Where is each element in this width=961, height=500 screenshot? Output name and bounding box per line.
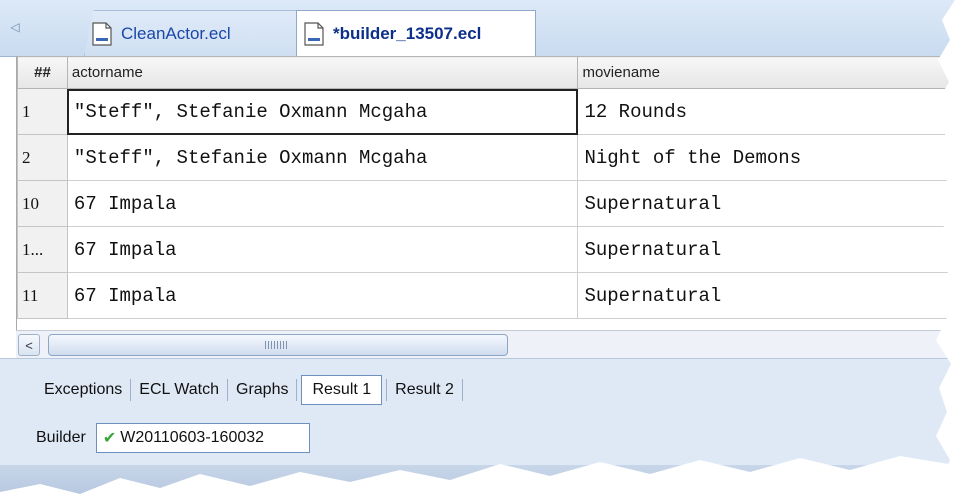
cell-moviename[interactable]: Supernatural [577,226,961,273]
cell-actorname[interactable]: "Steff", Stefanie Oxmann Mcgaha [66,134,579,181]
row-number: 10 [17,180,68,227]
cell-moviename[interactable]: Supernatural [577,180,961,227]
workunit-tab[interactable]: ✔ W20110603-160032 [95,423,310,453]
table-row[interactable]: 11 67 Impala Supernatural [17,272,961,319]
tab-divider [296,379,298,401]
cell-moviename[interactable]: Night of the Demons [577,134,961,181]
table-row[interactable]: 10 67 Impala Supernatural [17,180,961,227]
ecl-file-icon [303,21,325,46]
table-row[interactable]: 1 "Steff", Stefanie Oxmann Mcgaha 12 Rou… [17,88,961,135]
ecl-ide-screenshot: ◁ CleanActor.ecl *builder_13507.ecl ## a… [0,0,961,500]
column-header-actorname[interactable]: actorname [66,56,579,89]
row-number: 11 [17,272,68,319]
scrollbar-thumb[interactable] [48,334,508,356]
scroll-left-arrow-icon[interactable]: < [18,334,40,356]
tab-graphs[interactable]: Graphs [228,375,296,405]
tab-scroll-left-icon[interactable]: ◁ [8,18,22,36]
cell-moviename[interactable]: 12 Rounds [577,88,961,135]
column-header-moviename[interactable]: moviename [577,56,961,89]
ecl-file-icon [91,21,113,46]
cell-moviename[interactable]: Supernatural [577,272,961,319]
tab-label: CleanActor.ecl [121,23,231,43]
checkmark-icon: ✔ [102,430,117,447]
table-row[interactable]: 1... 67 Impala Supernatural [17,226,961,273]
editor-tab-strip: ◁ CleanActor.ecl *builder_13507.ecl [0,0,961,57]
tab-result-2[interactable]: Result 2 [387,375,462,405]
workunit-id: W20110603-160032 [120,429,265,446]
row-number: 2 [17,134,68,181]
tab-label: *builder_13507.ecl [333,23,482,43]
builder-label: Builder [36,429,86,446]
tab-ecl-watch[interactable]: ECL Watch [131,375,227,405]
result-tab-bar: Exceptions ECL Watch Graphs Result 1 Res… [36,375,463,405]
tab-builder-active[interactable]: *builder_13507.ecl [296,10,536,56]
tab-result-1[interactable]: Result 1 [301,375,383,405]
cell-actorname[interactable]: 67 Impala [66,272,579,319]
builder-row: Builder ✔ W20110603-160032 [36,423,310,453]
header-row: ## actorname moviename [17,56,961,89]
table-row[interactable]: 2 "Steff", Stefanie Oxmann Mcgaha Night … [17,134,961,181]
column-header-rownum[interactable]: ## [17,56,68,89]
scrollbar-grip-icon [265,341,289,349]
tab-divider [461,379,463,401]
tab-exceptions[interactable]: Exceptions [36,375,130,405]
horizontal-scrollbar[interactable]: < [16,330,961,359]
row-number: 1 [17,88,68,135]
row-number: 1... [17,226,68,273]
results-table: ## actorname moviename 1 "Steff", Stefan… [17,56,961,319]
tab-cleanactor[interactable]: CleanActor.ecl [84,10,304,56]
cell-actorname[interactable]: 67 Impala [66,226,579,273]
cell-actorname[interactable]: "Steff", Stefanie Oxmann Mcgaha [66,88,579,135]
results-grid: ## actorname moviename 1 "Steff", Stefan… [16,56,961,331]
cell-actorname[interactable]: 67 Impala [66,180,579,227]
